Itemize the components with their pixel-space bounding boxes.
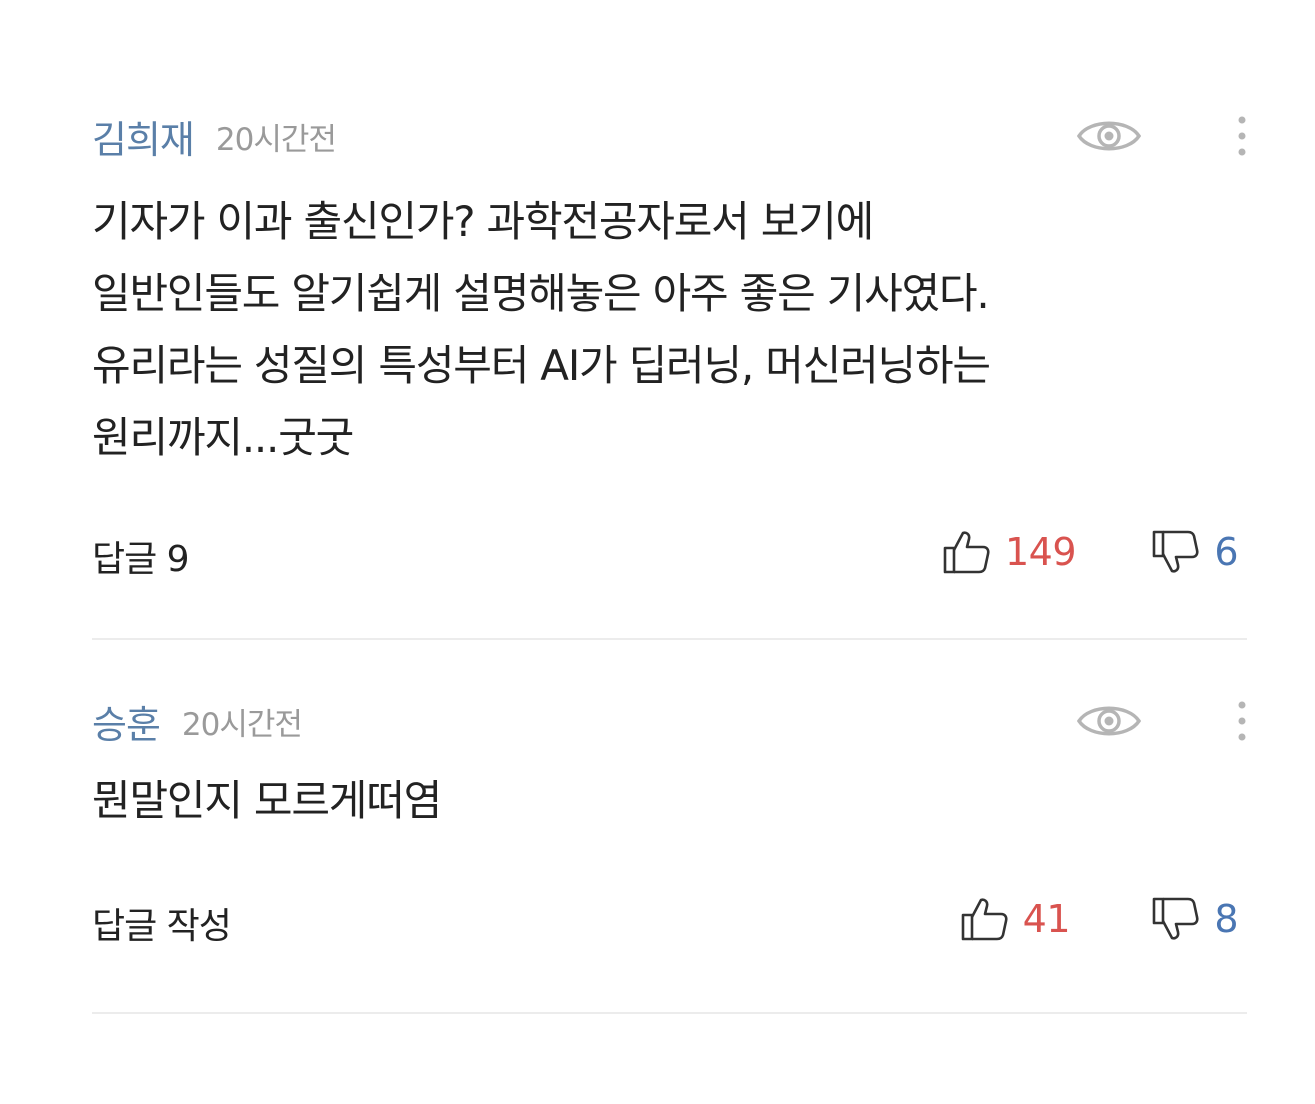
comment-text: 뭔말인지 모르게떠염 — [92, 776, 442, 825]
eye-icon[interactable] — [1076, 701, 1142, 741]
like-button[interactable]: 41 — [959, 895, 1071, 943]
like-count: 41 — [1022, 897, 1071, 941]
more-vertical-icon[interactable] — [1232, 697, 1252, 745]
dislike-count: 8 — [1214, 897, 1238, 941]
comment-meta: 김희재 20시간전 — [92, 108, 1252, 164]
thumbs-down-icon — [1153, 530, 1199, 573]
comment-meta: 승훈 20시간전 — [92, 693, 1252, 749]
dislike-button[interactable]: 6 — [1150, 528, 1238, 576]
like-button[interactable]: 149 — [941, 528, 1077, 576]
comment-time: 20시간전 — [215, 121, 337, 158]
comment-time: 20시간전 — [181, 706, 303, 743]
thumbs-up-icon — [943, 531, 990, 574]
dislike-count: 6 — [1214, 530, 1238, 574]
comment-author[interactable]: 김희재 — [92, 109, 195, 164]
dislike-button[interactable]: 8 — [1150, 895, 1238, 943]
reply-button[interactable]: 답글 9 — [92, 530, 190, 582]
thumbs-down-icon — [1153, 897, 1199, 940]
comment-text: 기자가 이과 출신인가? 과학전공자로서 보기에 일반인들도 알기쉽게 설명해놓… — [92, 197, 991, 462]
comment-divider — [92, 1012, 1247, 1014]
comment-actions: 답글 9 149 6 — [92, 526, 1252, 586]
comment-item: 김희재 20시간전 기자가 이과 출신인가? 과학전공자로서 보기에 일반인들도… — [92, 108, 1252, 586]
like-count: 149 — [1004, 530, 1077, 574]
thumbs-up-icon — [961, 898, 1008, 941]
more-vertical-icon[interactable] — [1232, 112, 1252, 160]
comment-item: 승훈 20시간전 뭔말인지 모르게떠염 답글 작성 41 8 — [92, 693, 1252, 953]
write-reply-button[interactable]: 답글 작성 — [92, 897, 232, 949]
comment-divider — [92, 638, 1247, 640]
comment-actions: 답글 작성 41 8 — [92, 893, 1252, 953]
comment-author[interactable]: 승훈 — [92, 694, 161, 749]
eye-icon[interactable] — [1076, 116, 1142, 156]
